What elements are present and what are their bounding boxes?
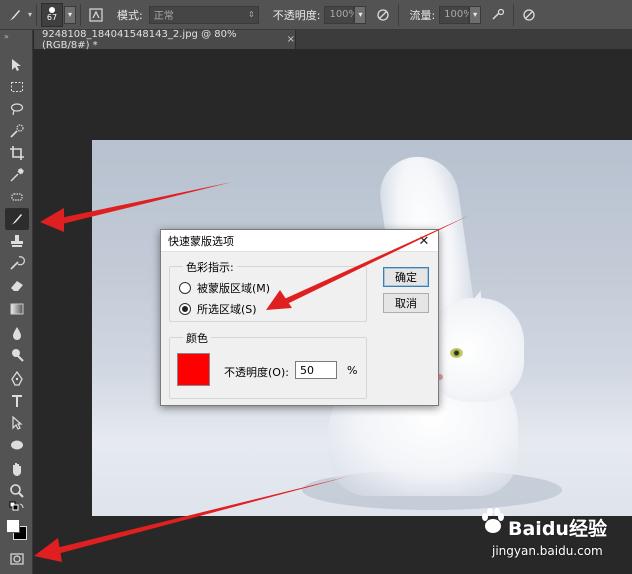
watermark-brand: Baidu经验 <box>508 518 607 540</box>
quick-mask-options-dialog: 快速蒙版选项 ✕ 色彩指示: 被蒙版区域(M) 所选区域(S) 颜色 不透明度(… <box>160 229 439 406</box>
radio-button[interactable] <box>179 282 191 294</box>
default-colors-icon[interactable] <box>5 501 29 516</box>
color-group-label: 颜色 <box>183 330 211 346</box>
radio-selected-areas-label: 所选区域(S) <box>197 303 257 316</box>
color-swatches[interactable] <box>5 518 29 542</box>
dialog-close-icon[interactable]: ✕ <box>416 233 432 249</box>
mask-opacity-value: 50 <box>300 363 314 377</box>
hand-tool-icon[interactable] <box>5 458 29 480</box>
watermark-url: jingyan.baidu.com <box>492 544 603 558</box>
radio-dot <box>182 306 188 312</box>
cat-head <box>428 298 524 402</box>
type-tool-icon[interactable] <box>5 390 29 412</box>
move-tool-icon[interactable] <box>5 54 29 76</box>
opacity-dropdown-icon[interactable]: ▾ <box>354 5 367 24</box>
pen-tool-icon[interactable] <box>5 368 29 390</box>
mode-value: 正常 <box>153 11 174 22</box>
brush-size-picker[interactable]: 67 <box>41 2 64 27</box>
mask-color-swatch[interactable] <box>177 353 210 386</box>
mask-opacity-unit: % <box>347 364 358 377</box>
mask-opacity-label: 不透明度(O): <box>224 366 289 379</box>
brush-tool-icon[interactable] <box>5 208 29 230</box>
zoom-tool-icon[interactable] <box>5 480 29 502</box>
baidu-jingyan-watermark: Baidu经验 jingyan.baidu.com <box>478 500 628 570</box>
photoshop-window: ▾ 67 ▾ 模式: 正常 ⇕ 不透明度: 100% ▾ 流量: 100% ▾ <box>0 0 632 574</box>
panel-grip[interactable]: » <box>0 30 32 44</box>
document-tab-bar: 9248108_184041548143_2.jpg @ 80%(RGB/8#)… <box>34 28 632 51</box>
marquee-tool-icon[interactable] <box>5 76 29 98</box>
divider <box>36 3 38 26</box>
pressure-size-icon[interactable] <box>518 4 540 26</box>
clone-stamp-tool-icon[interactable] <box>5 230 29 252</box>
brush-tool-preset-icon[interactable] <box>4 4 26 26</box>
flow-dropdown-icon[interactable]: ▾ <box>469 5 482 24</box>
gradient-tool-icon[interactable] <box>5 298 29 320</box>
dropdown-arrow-icon[interactable]: ▾ <box>28 10 32 19</box>
crop-tool-icon[interactable] <box>5 142 29 164</box>
path-selection-tool-icon[interactable] <box>5 412 29 434</box>
color-indicates-label: 色彩指示: <box>183 259 237 275</box>
brush-size-dropdown-icon[interactable]: ▾ <box>64 5 77 24</box>
quick-selection-tool-icon[interactable] <box>5 120 29 142</box>
foreground-color-swatch[interactable] <box>6 519 20 533</box>
opacity-label: 不透明度: <box>272 8 321 22</box>
ok-button[interactable]: 确定 <box>383 267 429 287</box>
lasso-tool-icon[interactable] <box>5 98 29 120</box>
divider <box>80 3 82 26</box>
cat-eye <box>450 348 463 358</box>
divider <box>398 3 400 26</box>
dodge-tool-icon[interactable] <box>5 344 29 366</box>
flow-label: 流量: <box>409 8 436 22</box>
radio-selected-areas[interactable]: 所选区域(S) <box>179 301 257 317</box>
tools-panel: » <box>0 30 33 574</box>
paw-logo-icon <box>482 508 504 533</box>
options-bar: ▾ 67 ▾ 模式: 正常 ⇕ 不透明度: 100% ▾ 流量: 100% ▾ <box>0 0 632 30</box>
blur-tool-icon[interactable] <box>5 322 29 344</box>
brush-size-value: 67 <box>46 13 58 22</box>
pressure-opacity-icon[interactable] <box>372 4 394 26</box>
brush-panel-toggle-icon[interactable] <box>85 4 107 26</box>
radio-masked-areas-label: 被蒙版区域(M) <box>197 282 271 295</box>
close-tab-icon[interactable]: × <box>287 34 295 45</box>
dialog-title: 快速蒙版选项 <box>168 234 234 248</box>
opacity-input[interactable]: 100% <box>324 5 358 24</box>
document-tab-title: 9248108_184041548143_2.jpg @ 80%(RGB/8#)… <box>42 28 237 51</box>
radio-button-selected[interactable] <box>179 303 191 315</box>
mask-opacity-input[interactable]: 50 <box>295 361 337 379</box>
healing-brush-tool-icon[interactable] <box>5 186 29 208</box>
mode-label: 模式: <box>117 8 143 22</box>
eraser-tool-icon[interactable] <box>5 274 29 296</box>
dialog-title-bar[interactable]: 快速蒙版选项 <box>161 230 438 252</box>
divider <box>513 3 515 26</box>
document-tab[interactable]: 9248108_184041548143_2.jpg @ 80%(RGB/8#)… <box>34 28 296 51</box>
ellipse-tool-icon[interactable] <box>5 434 29 456</box>
mode-select[interactable]: 正常 ⇕ <box>148 5 259 24</box>
quick-mask-mode-icon[interactable] <box>5 548 29 570</box>
airbrush-icon[interactable] <box>487 4 509 26</box>
flow-input[interactable]: 100% <box>439 5 473 24</box>
select-arrow-icon: ⇕ <box>248 10 255 19</box>
eyedropper-tool-icon[interactable] <box>5 164 29 186</box>
radio-masked-areas[interactable]: 被蒙版区域(M) <box>179 280 270 296</box>
history-brush-tool-icon[interactable] <box>5 252 29 274</box>
cancel-button[interactable]: 取消 <box>383 293 429 313</box>
